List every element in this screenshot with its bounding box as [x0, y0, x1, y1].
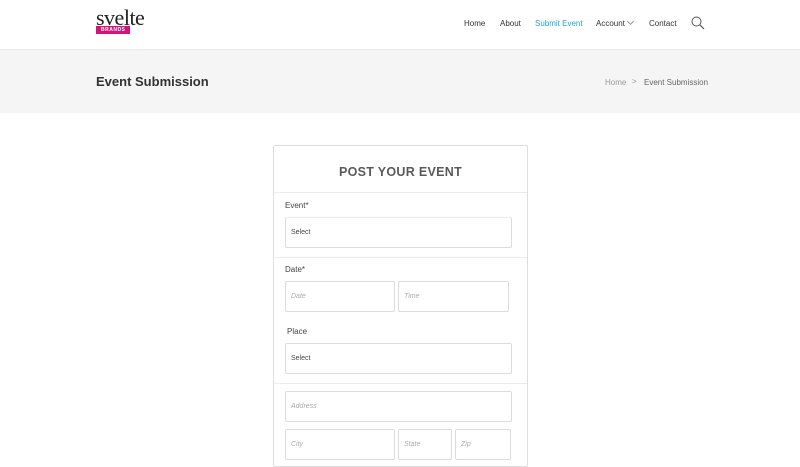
- address-field[interactable]: Address: [285, 391, 512, 422]
- event-select[interactable]: Select: [285, 217, 512, 248]
- site-header: svelte BRANDS Home About Submit Event Ac…: [0, 0, 800, 50]
- breadcrumb-home[interactable]: Home: [605, 78, 626, 87]
- nav-submit-event[interactable]: Submit Event: [535, 19, 583, 28]
- divider: [274, 383, 527, 384]
- nav-home[interactable]: Home: [464, 19, 485, 28]
- breadcrumb-current: Event Submission: [644, 78, 709, 87]
- nav-contact[interactable]: Contact: [649, 19, 677, 28]
- date-field[interactable]: Date: [285, 281, 395, 312]
- breadcrumb-separator-icon: >: [632, 77, 637, 86]
- logo-tag: BRANDS: [96, 26, 131, 34]
- date-label: Date*: [285, 265, 306, 274]
- event-form-card: POST YOUR EVENT Event* Select Date* Date…: [273, 145, 528, 467]
- place-label: Place: [287, 327, 308, 336]
- city-field[interactable]: City: [285, 429, 395, 460]
- chevron-down-icon: [626, 17, 634, 26]
- time-field[interactable]: Time: [398, 281, 509, 312]
- zip-field[interactable]: Zip: [455, 429, 511, 460]
- divider: [274, 257, 527, 258]
- logo[interactable]: svelte BRANDS: [96, 7, 156, 35]
- nav-about[interactable]: About: [500, 19, 521, 28]
- nav-account[interactable]: Account: [596, 17, 634, 28]
- search-icon[interactable]: [691, 16, 705, 30]
- nav-account-label: Account: [596, 19, 625, 28]
- page-title: Event Submission: [96, 74, 209, 89]
- page-title-bar: Event Submission Home > Event Submission: [0, 50, 800, 113]
- place-select[interactable]: Select: [285, 343, 512, 374]
- event-label: Event*: [285, 201, 309, 210]
- divider: [274, 192, 527, 193]
- state-field[interactable]: State: [398, 429, 452, 460]
- form-heading: POST YOUR EVENT: [338, 165, 463, 179]
